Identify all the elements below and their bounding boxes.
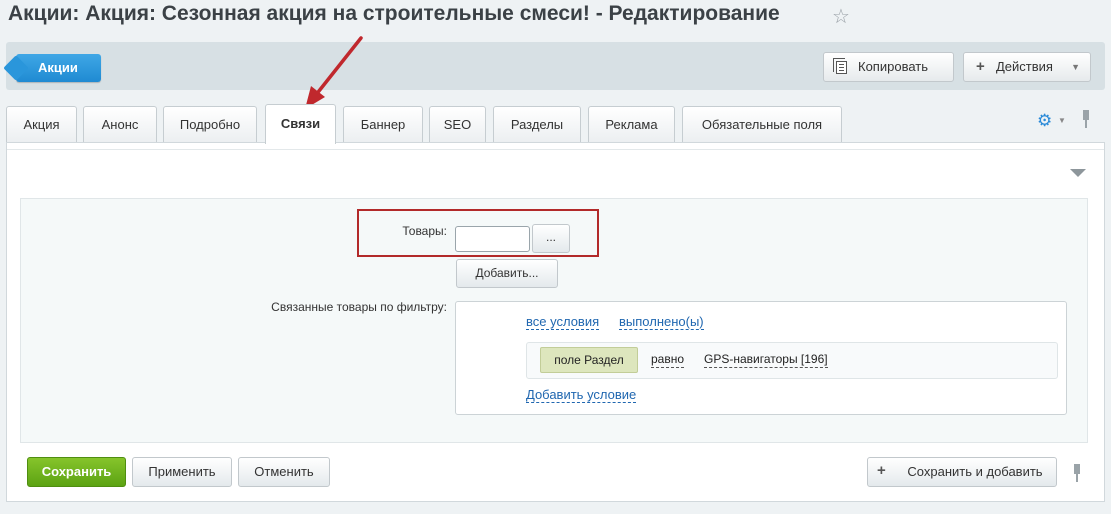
gear-icon[interactable]: ⚙	[1037, 111, 1052, 131]
tab-label: Баннер	[360, 117, 406, 132]
plus-icon: +	[976, 58, 985, 75]
cancel-button[interactable]: Отменить	[238, 457, 330, 487]
tab-label: Разделы	[510, 117, 564, 132]
copy-button-label: Копировать	[858, 59, 928, 74]
tab-required-fields[interactable]: Обязательные поля	[682, 106, 842, 142]
tab-label: Анонс	[101, 117, 139, 132]
products-label: Товары:	[402, 224, 447, 238]
condition-value[interactable]: GPS-навигаторы [196]	[704, 352, 828, 368]
copy-icon	[833, 58, 847, 74]
save-button[interactable]: Сохранить	[27, 457, 126, 487]
products-input[interactable]	[455, 226, 530, 252]
save-and-add-label: Сохранить и добавить	[907, 464, 1043, 479]
condition-operator[interactable]: равно	[651, 352, 685, 368]
annotation-arrow-icon	[305, 36, 363, 109]
pin-icon[interactable]	[1080, 110, 1092, 130]
tab-seo[interactable]: SEO	[429, 106, 486, 142]
plus-icon: +	[877, 462, 886, 479]
actions-button[interactable]: + Действия ▼	[963, 52, 1091, 82]
tab-content-panel: Товары: ... Добавить... Связанные товары…	[6, 142, 1105, 502]
add-condition-link[interactable]: Добавить условие	[526, 387, 637, 403]
pin-icon[interactable]	[1071, 464, 1083, 484]
tab-details[interactable]: Подробно	[163, 106, 257, 142]
tab-links[interactable]: Связи	[265, 104, 336, 144]
chevron-down-icon: ▼	[1071, 62, 1080, 72]
condition-field-tag[interactable]: поле Раздел	[540, 347, 638, 373]
tab-label: Обязательные поля	[701, 117, 823, 132]
tab-sections[interactable]: Разделы	[493, 106, 581, 142]
tab-label: Связи	[280, 116, 321, 131]
star-icon[interactable]: ☆	[832, 4, 850, 29]
add-product-button[interactable]: Добавить...	[456, 259, 558, 288]
browse-button[interactable]: ...	[532, 224, 570, 253]
save-and-add-button[interactable]: + Сохранить и добавить	[867, 457, 1057, 487]
actions-button-label: Действия	[996, 59, 1053, 74]
filter-label: Связанные товары по фильтру:	[271, 300, 447, 314]
tab-ads[interactable]: Реклама	[588, 106, 675, 142]
divider	[7, 149, 1104, 150]
tab-label: Подробно	[179, 117, 241, 132]
apply-button[interactable]: Применить	[132, 457, 232, 487]
tab-label: Реклама	[605, 117, 658, 132]
back-button-label: Акции	[38, 60, 78, 75]
chevron-down-icon[interactable]: ▼	[1058, 116, 1066, 125]
copy-button[interactable]: Копировать	[823, 52, 954, 82]
tab-label: Акция	[23, 117, 60, 132]
toolbar: Акции Копировать + Действия ▼	[6, 42, 1105, 90]
all-conditions-link[interactable]: все условия	[526, 314, 600, 330]
back-to-list-button[interactable]: Акции	[16, 54, 101, 82]
tab-label: SEO	[443, 117, 472, 132]
condition-row: поле Раздел равно GPS-навигаторы [196]	[526, 342, 1058, 379]
page-title: Акции: Акция: Сезонная акция на строител…	[8, 2, 780, 25]
fulfilled-link[interactable]: выполнено(ы)	[619, 314, 704, 330]
tab-promo[interactable]: Акция	[6, 106, 77, 142]
collapse-icon[interactable]	[1070, 169, 1086, 177]
links-form: Товары: ... Добавить... Связанные товары…	[20, 198, 1088, 443]
filter-conditions-box: все условия выполнено(ы) поле Раздел рав…	[455, 301, 1067, 415]
tab-announce[interactable]: Анонс	[83, 106, 157, 142]
